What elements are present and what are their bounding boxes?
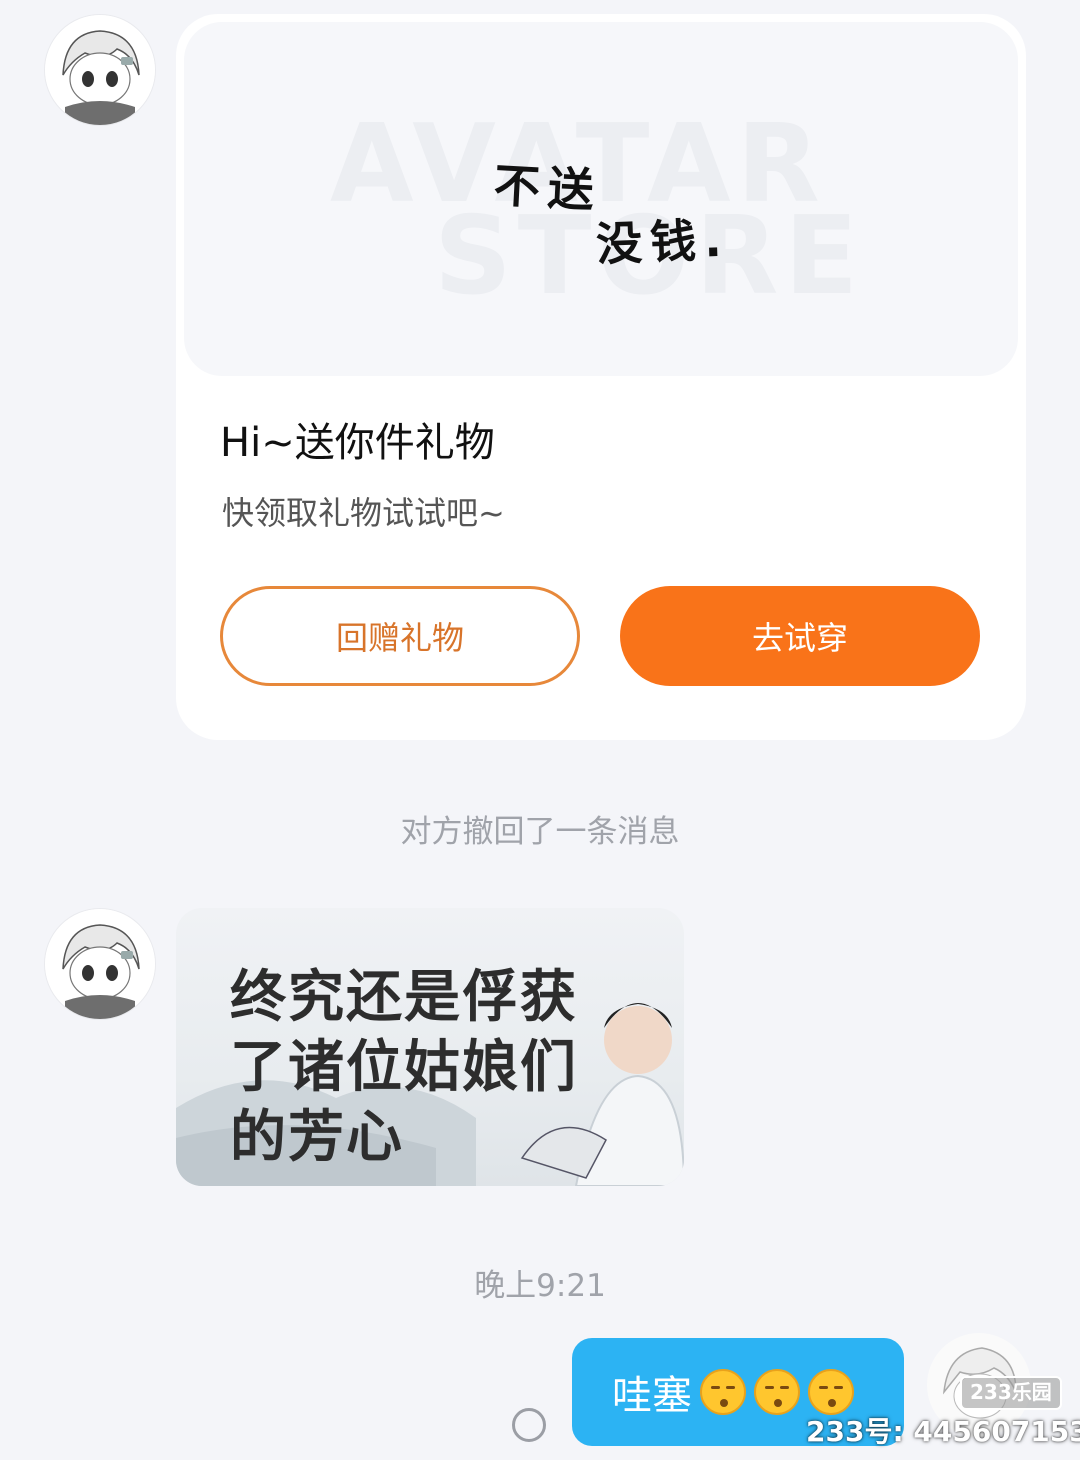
- kissing-face-icon: [700, 1369, 746, 1415]
- gift-card-subtitle: 快领取礼物试试吧~: [222, 494, 505, 532]
- return-gift-button[interactable]: 回赠礼物: [220, 586, 580, 686]
- sticker-text-line: 了诸位姑娘们: [230, 1035, 578, 1100]
- anime-avatar-icon: [45, 909, 155, 1019]
- sender-avatar[interactable]: [44, 908, 156, 1020]
- sender-avatar[interactable]: [44, 14, 156, 126]
- sending-status-icon: [512, 1408, 546, 1442]
- sticker-image-message[interactable]: 终究还是俘获 了诸位姑娘们 的芳心: [176, 908, 684, 1186]
- outgoing-message-text: 哇塞: [612, 1373, 692, 1419]
- sticker-text-line: 的芳心: [230, 1105, 404, 1170]
- kissing-face-icon: [808, 1369, 854, 1415]
- gift-image[interactable]: AVATAR STORE 不送 没钱.: [184, 22, 1018, 376]
- message-timestamp: 晚上9:21: [474, 1268, 606, 1304]
- site-watermark-id: 233号: 445607153: [806, 1415, 1080, 1448]
- gift-image-text-line1: 不送: [492, 158, 604, 218]
- try-on-button[interactable]: 去试穿: [620, 586, 980, 686]
- sticker-text-line: 终究还是俘获: [230, 965, 578, 1030]
- gift-image-text-line2: 没钱.: [595, 212, 731, 272]
- gift-card: AVATAR STORE 不送 没钱. Hi~送你件礼物 快领取礼物试试吧~ 回…: [176, 14, 1026, 740]
- anime-avatar-icon: [45, 15, 155, 125]
- gift-card-title: Hi~送你件礼物: [220, 420, 495, 466]
- site-watermark-badge: 233乐园: [960, 1376, 1062, 1410]
- kissing-face-icon: [754, 1369, 800, 1415]
- recall-notice: 对方撤回了一条消息: [400, 814, 680, 850]
